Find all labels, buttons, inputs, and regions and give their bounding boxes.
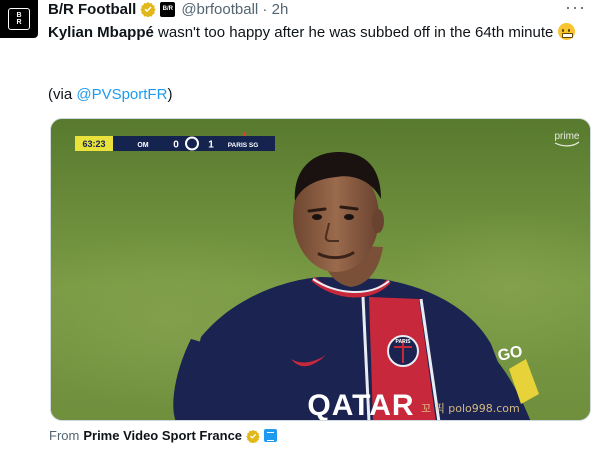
via-line: (via @PVSportFR)	[48, 86, 173, 103]
media-source: From Prime Video Sport France	[49, 428, 278, 443]
via-mention-link[interactable]: @PVSportFR	[76, 86, 167, 103]
jersey-sponsor-text: QATAR	[307, 389, 414, 421]
tweet-time: 2h	[271, 0, 289, 18]
tweet-header: B/R Football B/R @brfootball · 2h	[48, 0, 288, 18]
match-clock: 63:23	[82, 139, 105, 149]
more-options-icon[interactable]: ···	[565, 0, 586, 16]
ligue1-logo-icon	[185, 136, 199, 151]
video-frame: PARIS QATAR GO 63:23 OM 0 1 PARIS SG pri…	[51, 119, 590, 421]
watermark-text: 꼬 픽 polo998.com	[421, 402, 520, 415]
home-score: 0	[173, 140, 179, 151]
away-score: 1	[208, 140, 214, 151]
svg-text:prime: prime	[554, 131, 579, 142]
source-affiliate-badge-icon[interactable]	[264, 429, 278, 442]
source-verified-badge-icon	[246, 429, 260, 443]
crest-text: PARIS	[396, 339, 412, 345]
verified-badge-icon	[140, 2, 156, 17]
tweet-text: Kylian Mbappé wasn't too happy after he …	[48, 22, 578, 43]
affiliate-badge-icon[interactable]: B/R	[160, 1, 176, 17]
grimacing-face-emoji-icon	[557, 23, 575, 40]
source-name-link[interactable]: Prime Video Sport France	[83, 428, 242, 443]
tweet-video[interactable]: PARIS QATAR GO 63:23 OM 0 1 PARIS SG pri…	[50, 118, 591, 421]
author-avatar[interactable]: B R	[0, 0, 38, 38]
tweet-name-bold: Kylian Mbappé	[48, 24, 154, 41]
home-team: OM	[137, 142, 148, 149]
tweet-body: wasn't too happy after he was subbed off…	[153, 24, 558, 41]
away-team: PARIS SG	[228, 142, 259, 149]
author-display-name[interactable]: B/R Football	[48, 1, 136, 18]
author-handle[interactable]: @brfootball · 2h	[181, 1, 288, 18]
br-logo-icon: B R	[8, 8, 30, 30]
